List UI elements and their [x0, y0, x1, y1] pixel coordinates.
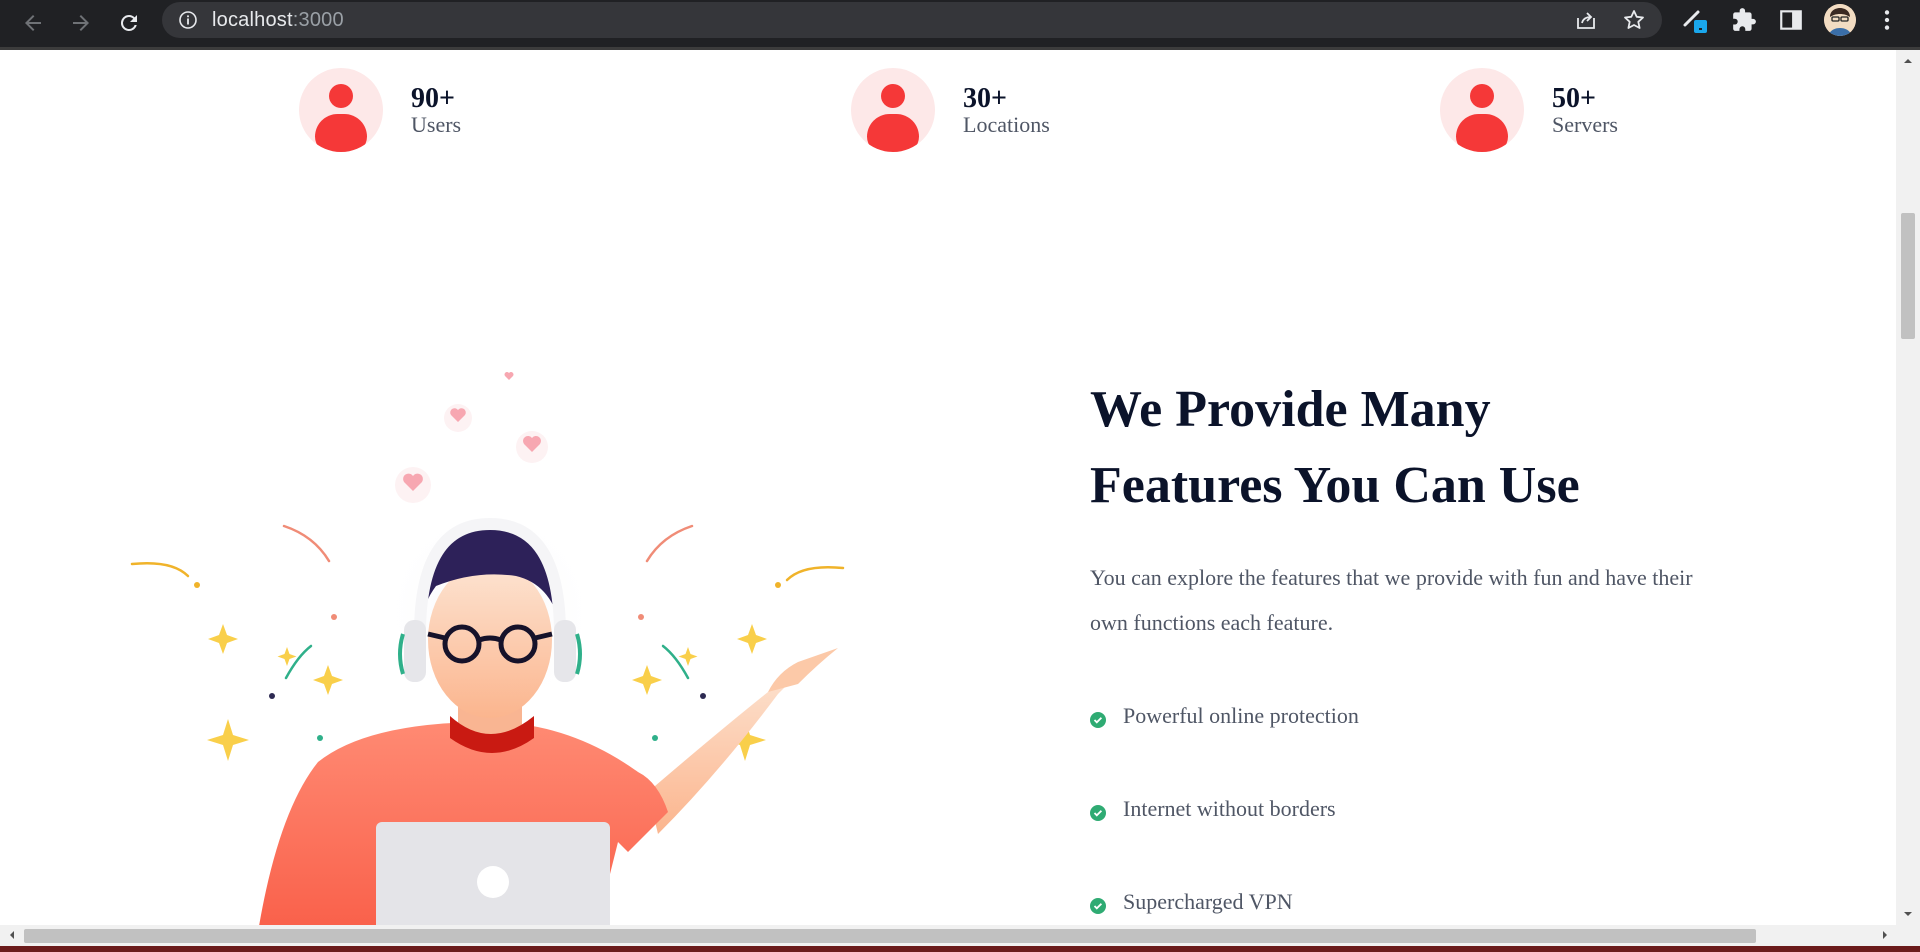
- profile-avatar[interactable]: [1824, 4, 1856, 36]
- feature-item-text: Powerful online protection: [1123, 703, 1359, 728]
- scroll-up-arrow-icon[interactable]: [1903, 56, 1913, 66]
- scroll-right-arrow-icon[interactable]: [1880, 930, 1890, 940]
- address-bar[interactable]: localhost:3000: [162, 2, 1662, 38]
- feature-description: You can explore the features that we pro…: [1090, 565, 1693, 635]
- stat-label: Users: [411, 112, 462, 138]
- stat-value: 30+: [963, 82, 1007, 114]
- user-icon: [1440, 68, 1524, 152]
- check-circle-icon: [1090, 805, 1106, 821]
- list-item: Internet without borders: [1090, 791, 1359, 884]
- stat-label: Locations: [963, 112, 1050, 138]
- back-arrow-icon: [25, 15, 41, 31]
- feature-heading: We Provide Many Features You Can Use: [1090, 372, 1790, 524]
- feature-heading-line2: Features You Can Use: [1090, 457, 1580, 514]
- feature-heading-line1: We Provide Many: [1090, 381, 1491, 438]
- hearts-decoration: [395, 372, 548, 503]
- feature-illustration: [130, 372, 845, 925]
- puzzle-icon[interactable]: [1731, 7, 1757, 33]
- stat-locations: 30+ Locations: [851, 68, 1050, 152]
- extension-brush-icon[interactable]: [1682, 7, 1708, 33]
- user-icon: [851, 68, 935, 152]
- stat-value: 90+: [411, 82, 455, 114]
- url-text: localhost:3000: [212, 9, 344, 32]
- reload-button[interactable]: [112, 6, 146, 40]
- stat-label: Servers: [1552, 112, 1618, 138]
- page-viewport: 90+ Users 30+ Locations 50+ Servers We P…: [0, 50, 1896, 925]
- list-item: Powerful online protection: [1090, 698, 1359, 791]
- info-icon[interactable]: [178, 10, 198, 30]
- stat-value: 50+: [1552, 82, 1596, 114]
- user-icon: [299, 68, 383, 152]
- browser-toolbar: localhost:3000: [0, 0, 1920, 47]
- check-circle-icon: [1090, 898, 1106, 914]
- person-figure: [259, 517, 838, 925]
- stat-servers: 50+ Servers: [1440, 68, 1618, 152]
- forward-button[interactable]: [64, 6, 98, 40]
- back-button[interactable]: [16, 6, 50, 40]
- url-host: localhost: [212, 9, 293, 31]
- stat-users: 90+ Users: [299, 68, 461, 152]
- forward-arrow-icon: [73, 15, 89, 31]
- feature-item-text: Supercharged VPN: [1123, 889, 1293, 914]
- horizontal-scroll-thumb[interactable]: [24, 929, 1756, 943]
- share-icon[interactable]: [1574, 8, 1598, 32]
- url-port: :3000: [292, 9, 344, 31]
- scroll-down-arrow-icon[interactable]: [1903, 909, 1913, 919]
- user-icon: [1824, 4, 1856, 36]
- feature-item-text: Internet without borders: [1123, 796, 1336, 821]
- scroll-left-arrow-icon[interactable]: [7, 930, 17, 940]
- vertical-scrollbar[interactable]: [1896, 50, 1920, 925]
- check-circle-icon: [1090, 712, 1106, 728]
- side-panel-icon[interactable]: [1778, 7, 1804, 33]
- menu-dots-icon[interactable]: [1874, 7, 1900, 33]
- horizontal-scrollbar[interactable]: [0, 925, 1920, 946]
- feature-list: Powerful online protection Internet with…: [1090, 698, 1359, 925]
- star-icon[interactable]: [1622, 8, 1646, 32]
- taskbar-edge: [0, 946, 1920, 952]
- list-item: Supercharged VPN: [1090, 884, 1359, 925]
- reload-icon: [120, 14, 137, 31]
- vertical-scroll-thumb[interactable]: [1901, 213, 1915, 339]
